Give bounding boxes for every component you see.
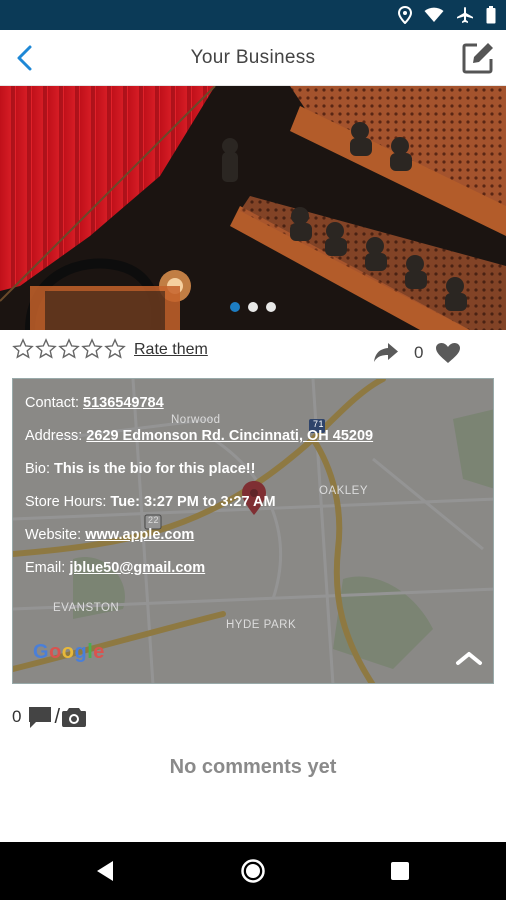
like-button[interactable] xyxy=(434,341,462,365)
nav-back-button[interactable] xyxy=(93,858,119,884)
bio-row: Bio: This is the bio for this place!! xyxy=(25,461,481,494)
carousel-dot-1[interactable] xyxy=(230,302,240,312)
edit-icon xyxy=(462,43,493,74)
star-icon[interactable] xyxy=(58,338,80,360)
no-comments-message: No comments yet xyxy=(169,756,337,778)
website-link[interactable]: www.apple.com xyxy=(85,527,194,543)
battery-icon xyxy=(486,6,496,24)
bio-label: Bio: xyxy=(25,461,55,477)
business-details: Contact: 5136549784 Address: 2629 Edmons… xyxy=(25,395,481,593)
heart-icon xyxy=(436,343,460,363)
app-bar: Your Business xyxy=(0,30,506,86)
star-icon[interactable] xyxy=(104,338,126,360)
contact-row: Contact: 5136549784 xyxy=(25,395,481,428)
edit-button[interactable] xyxy=(460,40,496,76)
carousel-indicators xyxy=(0,302,506,312)
star-icon[interactable] xyxy=(35,338,57,360)
comment-row: 0 / xyxy=(12,704,87,730)
comment-slash: / xyxy=(54,705,61,728)
email-link[interactable]: jblue50@gmail.com xyxy=(69,560,205,576)
status-bar xyxy=(0,0,506,30)
airplane-icon xyxy=(457,7,473,23)
carousel-dot-3[interactable] xyxy=(266,302,276,312)
share-icon xyxy=(374,343,398,362)
wifi-icon xyxy=(424,7,444,22)
comment-icon xyxy=(29,707,52,728)
business-info-card: Norwood 71 22 OAKLEY EVANSTON HYDE PARK … xyxy=(12,378,494,684)
nav-recents-button[interactable] xyxy=(387,858,413,884)
rating-row: Rate them 0 xyxy=(12,338,494,366)
location-icon xyxy=(398,6,412,24)
address-link[interactable]: 2629 Edmonson Rd. Cincinnati, OH 45209 xyxy=(86,428,373,444)
nav-home-button[interactable] xyxy=(240,858,266,884)
comment-count: 0 xyxy=(12,707,22,726)
chevron-up-icon xyxy=(456,652,482,665)
map-label-evanston: EVANSTON xyxy=(53,602,120,614)
add-comment-button[interactable]: / xyxy=(27,705,87,729)
home-circle-icon xyxy=(241,859,265,883)
camera-icon xyxy=(62,708,87,727)
map-label-hyde-park: HYDE PARK xyxy=(226,619,297,631)
carousel-dot-2[interactable] xyxy=(248,302,258,312)
star-icon[interactable] xyxy=(12,338,34,360)
google-logo: Google xyxy=(33,641,105,663)
store-hours-row: Store Hours: Tue: 3:27 PM to 3:27 AM xyxy=(25,494,481,527)
star-icon[interactable] xyxy=(81,338,103,360)
page-title: Your Business xyxy=(190,47,316,68)
email-label: Email: xyxy=(25,560,70,576)
theater-interior-photo xyxy=(0,86,506,330)
share-button[interactable] xyxy=(372,340,400,364)
system-nav-bar xyxy=(0,842,506,900)
email-row: Email: jblue50@gmail.com xyxy=(25,560,481,593)
likes-count: 0 xyxy=(414,343,424,362)
back-triangle-icon xyxy=(97,861,113,881)
contact-label: Contact: xyxy=(25,395,84,411)
website-label: Website: xyxy=(25,527,86,543)
address-row: Address: 2629 Edmonson Rd. Cincinnati, O… xyxy=(25,428,481,461)
star-rating[interactable] xyxy=(12,338,126,360)
contact-phone-link[interactable]: 5136549784 xyxy=(83,395,164,411)
bio-value: This is the bio for this place!! xyxy=(54,461,256,477)
website-row: Website: www.apple.com xyxy=(25,527,481,560)
rate-them-link[interactable]: Rate them xyxy=(134,341,208,359)
address-label: Address: xyxy=(25,428,87,444)
recents-square-icon xyxy=(391,862,409,880)
collapse-button[interactable] xyxy=(455,649,483,667)
photo-carousel[interactable] xyxy=(0,86,506,330)
store-hours-label: Store Hours: xyxy=(25,494,111,510)
store-hours-value: Tue: 3:27 PM to 3:27 AM xyxy=(110,494,276,510)
status-icons xyxy=(398,6,496,24)
